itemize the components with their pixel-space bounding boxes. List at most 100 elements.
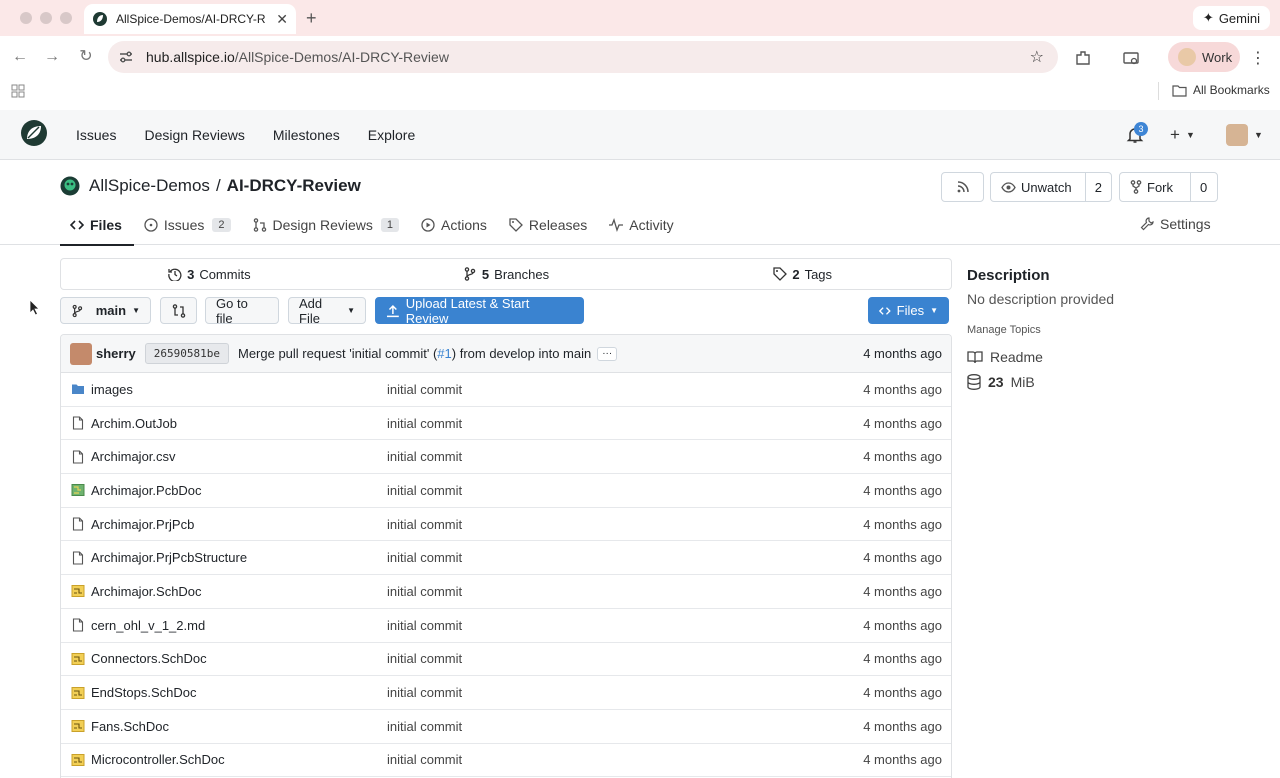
add-file-dropdown[interactable]: Add File ▼ (288, 296, 366, 326)
file-commit-message[interactable]: initial commit (387, 483, 462, 498)
repo-owner-link[interactable]: AllSpice-Demos (89, 176, 210, 196)
file-row: EndStops.SchDoc initial commit 4 months ag… (61, 676, 951, 710)
rss-feed-button[interactable] (941, 172, 984, 202)
tab-releases[interactable]: Releases (499, 206, 599, 244)
file-commit-message[interactable]: initial commit (387, 618, 462, 633)
commits-link[interactable]: 3 Commits (61, 267, 358, 282)
bookmark-star-icon[interactable]: ☆ (1030, 47, 1044, 67)
create-menu-button[interactable]: + ▼ (1170, 125, 1195, 145)
commit-sha-button[interactable]: 26590581be (144, 343, 229, 364)
reload-icon[interactable]: ↻ (77, 48, 95, 66)
address-bar[interactable]: hub.allspice.io/AllSpice-Demos/AI-DRCY-R… (108, 41, 1058, 73)
settings-label: Settings (1160, 216, 1211, 232)
file-row: Archimajor.PcbDoc initial commit 4 months … (61, 474, 951, 508)
pull-request-link[interactable]: #1 (437, 346, 451, 361)
watch-button-group: Unwatch 2 (990, 172, 1112, 202)
back-icon[interactable]: ← (11, 48, 29, 66)
file-row: Archimajor.SchDoc initial commit 4 months … (61, 575, 951, 609)
file-icon (71, 618, 85, 632)
fork-button[interactable]: Fork (1120, 173, 1190, 201)
file-commit-message[interactable]: initial commit (387, 719, 462, 734)
extensions-icon[interactable] (1074, 49, 1092, 67)
file-commit-message[interactable]: initial commit (387, 416, 462, 431)
file-name-link[interactable]: Microcontroller.SchDoc (71, 752, 225, 767)
forward-icon[interactable]: → (43, 48, 61, 66)
commit-author-avatar[interactable] (70, 342, 92, 365)
file-name-link[interactable]: Archimajor.PcbDoc (71, 483, 202, 498)
commit-author[interactable]: sherry (96, 346, 136, 361)
site-settings-icon[interactable] (118, 49, 134, 65)
file-commit-message[interactable]: initial commit (387, 685, 462, 700)
upload-start-review-button[interactable]: Upload Latest & Start Review (375, 296, 584, 326)
tab-close-icon[interactable]: ✕ (276, 11, 288, 28)
repo-name-link[interactable]: AI-DRCY-Review (227, 176, 361, 196)
file-commit-message[interactable]: initial commit (387, 517, 462, 532)
file-name: Archimajor.csv (91, 449, 176, 465)
file-name-link[interactable]: Connectors.SchDoc (71, 651, 207, 666)
tab-design-reviews[interactable]: Design Reviews 1 (243, 206, 412, 244)
file-commit-message[interactable]: initial commit (387, 449, 462, 464)
maximize-window-button[interactable] (60, 12, 72, 24)
profile-button[interactable]: Work (1168, 42, 1240, 72)
pcb-icon (71, 483, 85, 497)
file-commit-message[interactable]: initial commit (387, 651, 462, 666)
tab-activity-label: Activity (629, 217, 674, 233)
file-name-link[interactable]: Archimajor.PrjPcbStructure (71, 550, 247, 565)
go-to-file-button[interactable]: Go to file (205, 296, 279, 326)
branch-selector[interactable]: main ▼ (60, 297, 151, 324)
tags-link[interactable]: 2 Tags (654, 267, 951, 282)
branches-count: 5 (481, 266, 490, 282)
readme-link[interactable]: Readme (967, 349, 1257, 365)
nav-explore[interactable]: Explore (368, 127, 415, 143)
gemini-button[interactable]: ✦ Gemini (1192, 6, 1270, 30)
tab-files-label: Files (90, 217, 122, 233)
allspice-logo-icon[interactable] (20, 119, 48, 147)
nav-issues[interactable]: Issues (76, 127, 116, 143)
tab-activity[interactable]: Activity (599, 206, 685, 244)
repo-size: 23 MiB (967, 374, 1257, 390)
browser-menu-icon[interactable]: ⋮ (1250, 48, 1266, 68)
close-window-button[interactable] (20, 12, 32, 24)
nav-design-reviews[interactable]: Design Reviews (144, 127, 244, 143)
tab-files[interactable]: Files (60, 206, 134, 246)
commit-message[interactable]: Merge pull request 'initial commit' (#1)… (238, 346, 591, 361)
file-commit-message[interactable]: initial commit (387, 752, 462, 767)
tab-issues[interactable]: Issues 2 (134, 206, 243, 244)
tab-settings[interactable]: Settings (1140, 216, 1211, 232)
file-name-link[interactable]: Archimajor.PrjPcb (71, 517, 194, 532)
files-dropdown-button[interactable]: Files ▼ (868, 297, 949, 324)
file-name-link[interactable]: Archimajor.SchDoc (71, 584, 202, 599)
apps-grid-icon[interactable] (11, 84, 25, 98)
file-commit-message[interactable]: initial commit (387, 382, 462, 397)
browser-tab-active[interactable]: AllSpice-Demos/AI-DRCY-Re ✕ (84, 4, 296, 34)
file-commit-message[interactable]: initial commit (387, 550, 462, 565)
file-name-link[interactable]: images (71, 382, 133, 397)
commit-expand-button[interactable]: ··· (597, 346, 618, 361)
cast-icon[interactable] (1122, 49, 1140, 67)
file-name-link[interactable]: Fans.SchDoc (71, 719, 169, 734)
all-bookmarks-button[interactable]: All Bookmarks (1172, 83, 1270, 97)
history-icon (168, 268, 182, 281)
file-commit-message[interactable]: initial commit (387, 584, 462, 599)
user-menu-button[interactable]: ▼ (1226, 124, 1263, 146)
file-row: Archim.OutJob initial commit 4 months ago (61, 407, 951, 441)
file-name-link[interactable]: EndStops.SchDoc (71, 685, 197, 700)
file-name-link[interactable]: cern_ohl_v_1_2.md (71, 618, 205, 633)
compare-button[interactable] (160, 297, 197, 324)
file-name-link[interactable]: Archim.OutJob (71, 416, 177, 431)
repo-header: AllSpice-Demos / AI-DRCY-Review Unwatch … (0, 160, 1280, 246)
file-name-link[interactable]: Archimajor.csv (71, 449, 176, 464)
minimize-window-button[interactable] (40, 12, 52, 24)
chevron-down-icon: ▼ (347, 306, 355, 315)
latest-commit-row: sherry 26590581be Merge pull request 'in… (61, 335, 951, 373)
branches-link[interactable]: 5 Branches (358, 267, 655, 282)
manage-topics-link[interactable]: Manage Topics (967, 324, 1257, 336)
forks-count[interactable]: 0 (1190, 173, 1216, 201)
unwatch-button[interactable]: Unwatch (991, 173, 1085, 201)
watchers-count[interactable]: 2 (1084, 173, 1111, 201)
nav-milestones[interactable]: Milestones (273, 127, 340, 143)
file-row: Archimajor.PrjPcbStructure initial commit… (61, 541, 951, 576)
user-avatar (1226, 124, 1248, 146)
new-tab-icon[interactable]: + (306, 8, 317, 29)
tab-actions[interactable]: Actions (411, 206, 499, 244)
